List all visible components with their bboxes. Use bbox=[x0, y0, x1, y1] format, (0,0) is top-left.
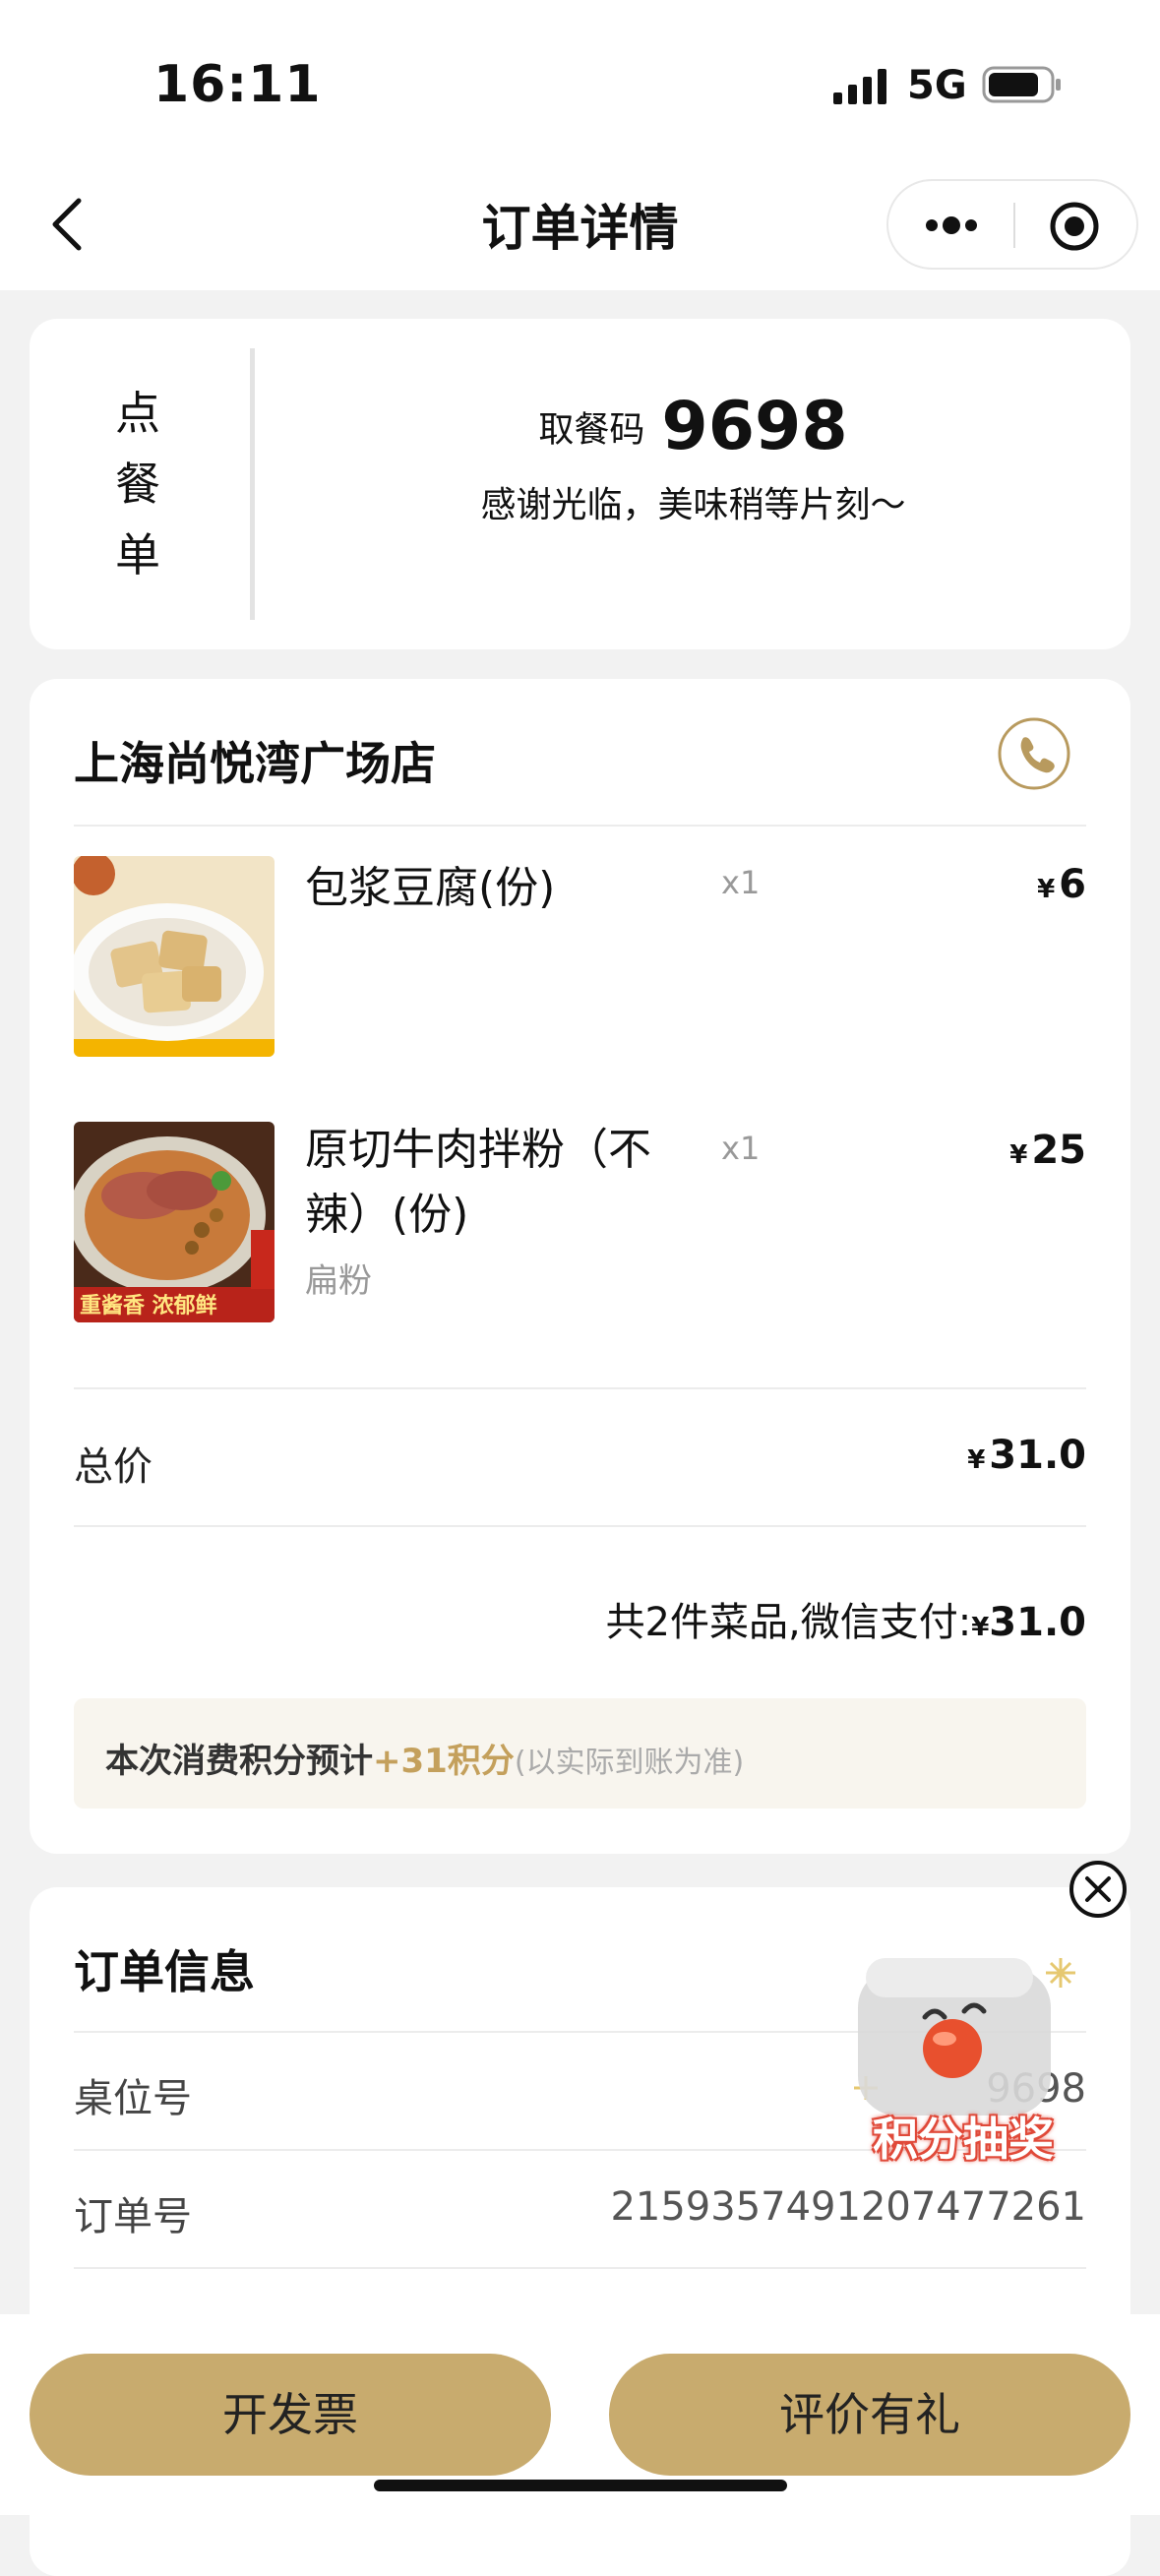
order-items-card: 上海尚悦湾广场店 包浆豆腐(份) x1 ¥6 重酱香 浓郁鲜 原切牛肉拌粉（不 … bbox=[30, 679, 1130, 1854]
signal-icon bbox=[833, 69, 886, 104]
network-type: 5G bbox=[907, 63, 967, 108]
close-icon[interactable] bbox=[1068, 1860, 1128, 1919]
divider bbox=[74, 2267, 1086, 2269]
currency-symbol: ¥ bbox=[971, 1613, 990, 1642]
divider bbox=[74, 825, 1086, 827]
table-number-label: 桌位号 bbox=[74, 2076, 192, 2121]
item-name: 包浆豆腐(份) bbox=[305, 863, 556, 913]
points-prefix: 本次消费积分预计 bbox=[105, 1742, 373, 1781]
item-price: ¥6 bbox=[895, 862, 1086, 907]
payment-summary: 共2件菜品,微信支付:¥31.0 bbox=[325, 1590, 1086, 1647]
pickup-card: 点 餐 单 取餐码 9698 感谢光临，美味稍等片刻～ bbox=[30, 319, 1130, 649]
store-name: 上海尚悦湾广场店 bbox=[74, 737, 436, 790]
pickup-code: 9698 bbox=[661, 388, 848, 465]
mini-program-capsule bbox=[886, 179, 1138, 270]
battery-icon bbox=[982, 66, 1061, 103]
order-slip-char: 单 bbox=[115, 528, 160, 582]
points-banner: 本次消费积分预计+31积分(以实际到账为准) bbox=[74, 1698, 1086, 1809]
divider bbox=[74, 1387, 1086, 1389]
total-value: ¥31.0 bbox=[797, 1433, 1086, 1478]
more-icon[interactable] bbox=[922, 211, 981, 240]
status-time: 16:11 bbox=[153, 55, 322, 114]
item-price-value: 25 bbox=[1031, 1128, 1086, 1173]
order-number-value: 2159357491207477261 bbox=[610, 2184, 1086, 2230]
pickup-code-row: 取餐码 9698 bbox=[256, 388, 1130, 465]
capsule-divider bbox=[1013, 203, 1015, 248]
food-image-tofu bbox=[74, 856, 275, 1057]
item-qty: x1 bbox=[721, 864, 761, 901]
home-indicator bbox=[374, 2480, 787, 2491]
divider bbox=[74, 1525, 1086, 1527]
order-info-title: 订单信息 bbox=[74, 1945, 255, 1998]
item-qty: x1 bbox=[721, 1130, 761, 1167]
points-note: (以实际到账为准) bbox=[514, 1746, 745, 1780]
vertical-divider bbox=[250, 348, 255, 620]
review-button[interactable]: 评价有礼 bbox=[609, 2354, 1130, 2476]
item-name: 原切牛肉拌粉（不 辣）(份) bbox=[305, 1118, 718, 1248]
item-price-value: 6 bbox=[1059, 862, 1086, 907]
close-target-icon[interactable] bbox=[1049, 201, 1100, 252]
order-slip-label: 点 餐 单 bbox=[98, 378, 177, 590]
pickup-code-label: 取餐码 bbox=[538, 409, 645, 451]
food-image-beef-noodles: 重酱香 浓郁鲜 bbox=[74, 1122, 275, 1322]
order-slip-char: 餐 bbox=[115, 458, 160, 511]
item-spec: 扁粉 bbox=[305, 1261, 372, 1301]
points-text: 本次消费积分预计+31积分(以实际到账为准) bbox=[105, 1734, 744, 1782]
tofu-photo bbox=[74, 856, 275, 1057]
payment-amount: 31.0 bbox=[989, 1600, 1086, 1645]
image-caption: 重酱香 浓郁鲜 bbox=[80, 1293, 217, 1319]
item-name-line: 原切牛肉拌粉（不 bbox=[305, 1125, 651, 1175]
thanks-message: 感谢光临，美味稍等片刻～ bbox=[480, 485, 906, 525]
currency-symbol: ¥ bbox=[1009, 1140, 1028, 1170]
item-price: ¥25 bbox=[895, 1128, 1086, 1173]
points-amount: +31积分 bbox=[373, 1742, 515, 1781]
currency-symbol: ¥ bbox=[1037, 875, 1056, 904]
beef-noodles-photo: 重酱香 浓郁鲜 bbox=[74, 1122, 275, 1322]
currency-symbol: ¥ bbox=[967, 1445, 986, 1475]
item-name-line: 辣）(份) bbox=[305, 1190, 469, 1240]
order-slip-char: 点 bbox=[115, 387, 160, 440]
order-number-label: 订单号 bbox=[74, 2194, 192, 2239]
total-label: 总价 bbox=[74, 1444, 153, 1490]
phone-icon[interactable] bbox=[997, 716, 1071, 791]
total-amount: 31.0 bbox=[989, 1433, 1086, 1478]
payment-text: 共2件菜品,微信支付: bbox=[605, 1600, 972, 1645]
invoice-button[interactable]: 开发票 bbox=[30, 2354, 551, 2476]
lottery-label[interactable]: 积分抽奖 bbox=[850, 2104, 1076, 2169]
